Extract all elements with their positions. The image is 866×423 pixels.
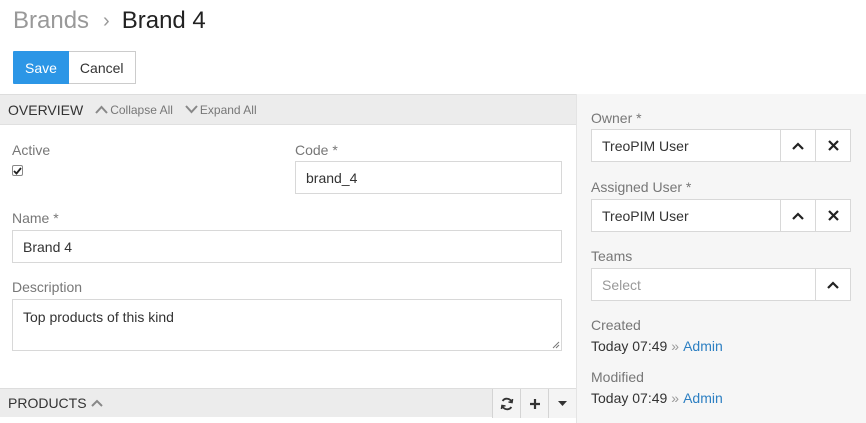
cancel-button[interactable]: Cancel xyxy=(68,51,136,84)
modified-value: Today 07:49» Admin xyxy=(591,390,723,406)
save-button[interactable]: Save xyxy=(13,51,69,84)
code-label: Code * xyxy=(295,142,338,158)
caret-down-icon xyxy=(558,401,567,406)
assigned-user-input[interactable]: TreoPIM User xyxy=(591,199,781,232)
record-actions: Save Cancel xyxy=(13,51,136,84)
products-panel-header: PRODUCTS xyxy=(0,388,576,418)
assigned-user-select-button[interactable] xyxy=(781,199,816,232)
modified-label: Modified xyxy=(591,369,644,385)
breadcrumb-separator: › xyxy=(103,9,110,32)
overview-panel: OVERVIEW Collapse All Expand All Active … xyxy=(0,94,576,423)
teams-input[interactable]: Select xyxy=(591,268,816,301)
description-textarea[interactable]: Top products of this kind xyxy=(12,299,562,351)
owner-select-button[interactable] xyxy=(781,129,816,162)
active-checkbox[interactable] xyxy=(12,165,23,176)
chevron-up-icon[interactable] xyxy=(90,399,103,407)
teams-field: Select xyxy=(591,268,851,301)
resize-grip-icon[interactable] xyxy=(552,341,560,349)
expand-all-link[interactable]: Expand All xyxy=(185,103,257,117)
products-toolbar xyxy=(492,389,576,418)
chevron-up-icon xyxy=(827,280,839,289)
assigned-user-label: Assigned User * xyxy=(591,179,692,195)
owner-label: Owner * xyxy=(591,110,642,126)
products-dropdown-button[interactable] xyxy=(548,389,576,418)
name-label: Name * xyxy=(12,210,59,226)
collapse-all-label: Collapse All xyxy=(110,102,173,117)
modified-separator: » xyxy=(671,390,680,406)
owner-clear-button[interactable] xyxy=(816,129,851,162)
assigned-user-clear-button[interactable] xyxy=(816,199,851,232)
overview-panel-header: OVERVIEW Collapse All Expand All xyxy=(0,94,576,125)
modified-by-link[interactable]: Admin xyxy=(683,390,723,406)
products-title: PRODUCTS xyxy=(8,395,87,411)
chevron-up-icon xyxy=(792,211,804,220)
checkmark-icon xyxy=(13,166,22,175)
collapse-all-link[interactable]: Collapse All xyxy=(95,103,173,117)
name-input[interactable]: Brand 4 xyxy=(12,230,562,263)
created-label: Created xyxy=(591,317,641,333)
expand-all-label: Expand All xyxy=(199,102,257,117)
side-panel: Owner * TreoPIM User Assigned User * Tre… xyxy=(576,94,866,423)
created-separator: » xyxy=(671,338,680,354)
overview-title: OVERVIEW xyxy=(8,101,84,118)
description-text: Top products of this kind xyxy=(23,309,174,325)
created-by-link[interactable]: Admin xyxy=(683,338,723,354)
owner-field: TreoPIM User xyxy=(591,129,851,162)
modified-time: Today 07:49 xyxy=(591,390,668,406)
add-product-button[interactable] xyxy=(520,389,548,418)
active-label: Active xyxy=(12,142,51,158)
created-value: Today 07:49» Admin xyxy=(591,338,723,354)
breadcrumb: Brands › Brand 4 xyxy=(13,5,206,37)
teams-select-button[interactable] xyxy=(816,268,851,301)
plus-icon xyxy=(529,398,540,409)
owner-input[interactable]: TreoPIM User xyxy=(591,129,781,162)
breadcrumb-brands-link[interactable]: Brands xyxy=(13,7,89,35)
assigned-user-field: TreoPIM User xyxy=(591,199,851,232)
description-label: Description xyxy=(12,279,83,295)
close-icon xyxy=(827,210,839,221)
page-title: Brand 4 xyxy=(121,7,206,34)
refresh-icon xyxy=(500,397,513,410)
chevron-down-icon xyxy=(185,105,198,114)
chevron-up-icon xyxy=(95,105,108,114)
refresh-button[interactable] xyxy=(492,389,520,418)
chevron-up-icon xyxy=(792,141,804,150)
close-icon xyxy=(827,140,839,151)
code-input[interactable]: brand_4 xyxy=(295,161,562,194)
created-time: Today 07:49 xyxy=(591,338,668,354)
teams-label: Teams xyxy=(591,248,633,264)
